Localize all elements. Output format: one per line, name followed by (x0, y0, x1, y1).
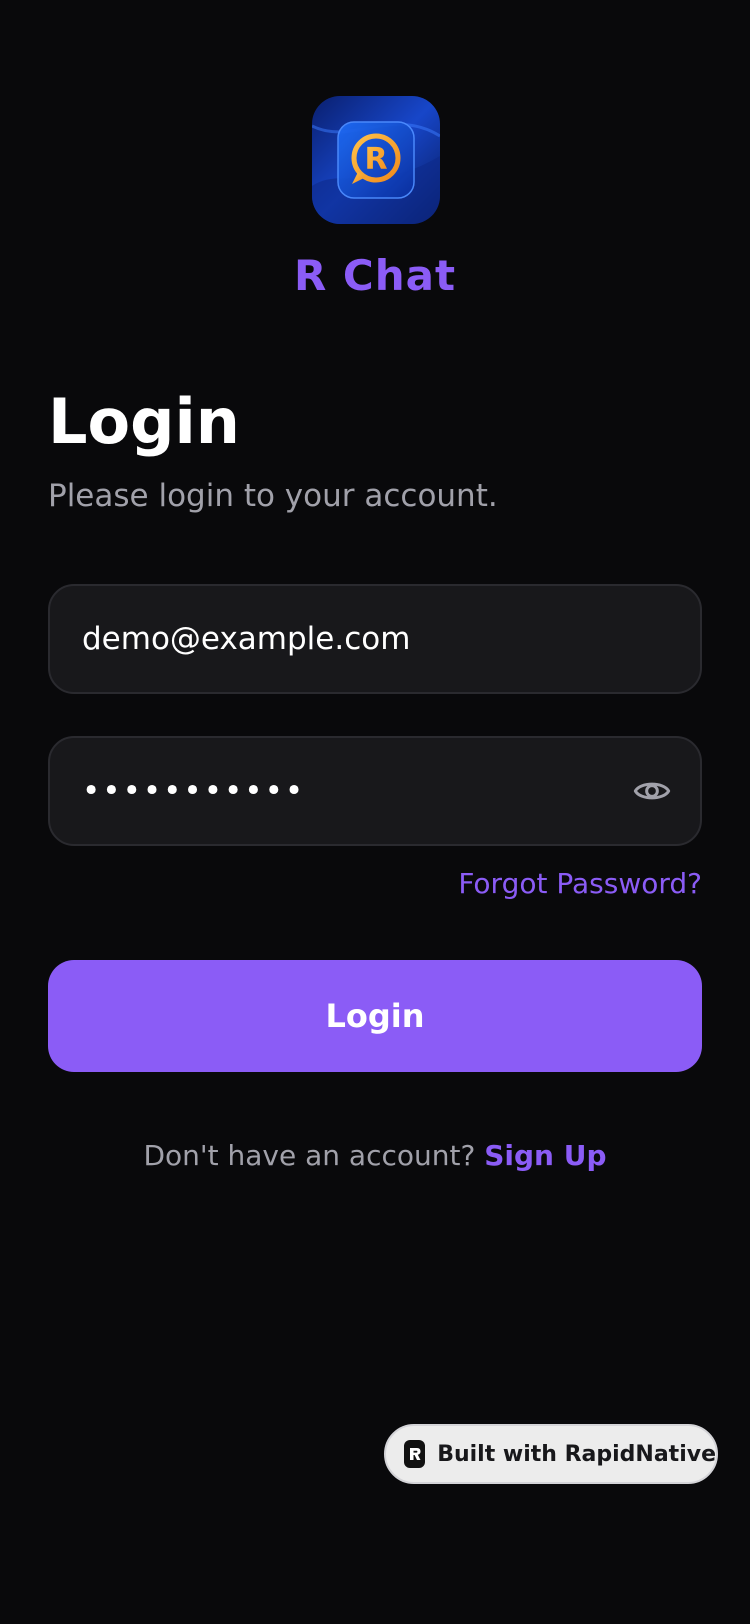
built-with-badge[interactable]: Built with RapidNative (384, 1424, 718, 1484)
email-field-container (48, 584, 702, 694)
app-name: R Chat (293, 251, 457, 300)
password-field-container (48, 736, 702, 846)
login-button[interactable]: Login (48, 960, 702, 1072)
signup-prompt: Don't have an account? (143, 1139, 476, 1172)
app-logo: R (312, 96, 440, 224)
email-input[interactable] (82, 586, 642, 692)
signup-link[interactable]: Sign Up (484, 1139, 606, 1172)
rapidnative-logo-icon (404, 1440, 426, 1468)
page-subtitle: Please login to your account. (48, 478, 498, 514)
page-title: Login (48, 385, 240, 458)
forgot-password-link[interactable]: Forgot Password? (458, 864, 702, 904)
svg-text:R: R (364, 142, 387, 177)
password-input[interactable] (82, 738, 582, 844)
show-password-toggle[interactable] (632, 771, 672, 811)
chat-bubble-r-logo-icon: R (312, 96, 440, 224)
badge-label: Built with RapidNative (437, 1441, 716, 1467)
eye-icon (633, 782, 671, 800)
signup-row: Don't have an account? Sign Up (0, 1136, 750, 1176)
